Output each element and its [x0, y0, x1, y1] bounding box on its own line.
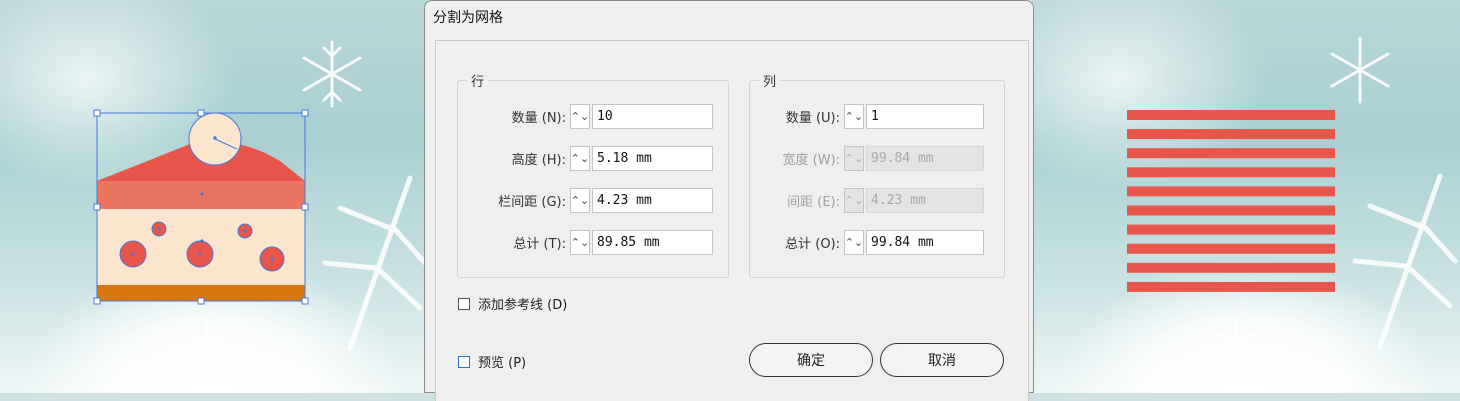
rows-total-row: 总计 (T): ⌃⌄ 89.85 mm: [458, 229, 713, 256]
rows-count-row: 数量 (N): ⌃⌄ 10: [458, 103, 713, 130]
dialog-title: 分割为网格: [433, 10, 503, 26]
rows-height-label: 高度 (H):: [511, 153, 566, 168]
columns-group: 列 数量 (U): ⌃⌄ 1 宽度 (W): ⌃⌄ 99.84 mm 间距 (E…: [749, 71, 1005, 278]
grid-stripe[interactable]: [1127, 129, 1335, 140]
grid-stripe[interactable]: [1127, 205, 1335, 216]
columns-group-title: 列: [759, 71, 781, 90]
cols-total-row: 总计 (O): ⌃⌄ 99.84 mm: [750, 229, 984, 256]
cols-count-row: 数量 (U): ⌃⌄ 1: [750, 103, 984, 130]
grid-stripe[interactable]: [1127, 186, 1335, 197]
rows-total-input[interactable]: 89.85 mm: [592, 230, 713, 255]
spinner-arrows-icon: ⌃⌄: [844, 236, 864, 249]
spinner-arrows-icon: ⌃⌄: [844, 110, 864, 123]
snowflake-icon: [1213, 318, 1259, 370]
add-guides-label: 添加参考线 (D): [478, 298, 568, 313]
grid-stripe[interactable]: [1127, 110, 1335, 120]
preview-label: 预览 (P): [478, 356, 527, 371]
cols-gutter-row: 间距 (E): ⌃⌄ 4.23 mm: [750, 187, 984, 214]
rows-group: 行 数量 (N): ⌃⌄ 10 高度 (H): ⌃⌄ 5.18 mm 栏间距 (…: [457, 71, 729, 278]
snowflake-icon: [183, 320, 229, 372]
ok-button[interactable]: 确定: [749, 343, 873, 377]
grid-stripe[interactable]: [1127, 243, 1335, 254]
cols-total-label: 总计 (O):: [785, 237, 840, 252]
rows-height-row: 高度 (H): ⌃⌄ 5.18 mm: [458, 145, 713, 172]
snowflake-icon: [1352, 173, 1458, 349]
right-canvas-panel: [1032, 0, 1460, 393]
split-into-grid-dialog: 分割为网格 行 数量 (N): ⌃⌄ 10 高度 (H): ⌃⌄ 5.18 mm…: [424, 0, 1034, 401]
preview-checkbox[interactable]: 预览 (P): [458, 352, 526, 371]
rows-gutter-input[interactable]: 4.23 mm: [592, 188, 713, 213]
rows-total-spinner[interactable]: ⌃⌄: [570, 230, 590, 255]
spinner-arrows-icon: ⌃⌄: [570, 236, 590, 249]
rows-total-label: 总计 (T):: [513, 237, 566, 252]
rows-gutter-row: 栏间距 (G): ⌃⌄ 4.23 mm: [458, 187, 713, 214]
spinner-arrows-icon: ⌃⌄: [570, 194, 590, 207]
grid-stripe[interactable]: [1127, 148, 1335, 159]
cols-count-label: 数量 (U):: [785, 111, 840, 126]
cols-total-input[interactable]: 99.84 mm: [866, 230, 984, 255]
rows-height-input[interactable]: 5.18 mm: [592, 146, 713, 171]
cols-gutter-spinner: ⌃⌄: [844, 188, 864, 213]
cols-width-label: 宽度 (W):: [782, 153, 840, 168]
rows-count-label: 数量 (N):: [511, 111, 566, 126]
cols-gutter-input: 4.23 mm: [866, 188, 984, 213]
checkbox-icon: [458, 355, 470, 368]
cols-width-input: 99.84 mm: [866, 146, 984, 171]
rows-group-title: 行: [467, 71, 489, 90]
cols-count-input[interactable]: 1: [866, 104, 984, 129]
cake-artwork[interactable]: [90, 106, 314, 308]
cols-width-row: 宽度 (W): ⌃⌄ 99.84 mm: [750, 145, 984, 172]
cols-gutter-label: 间距 (E):: [787, 195, 840, 210]
spinner-arrows-icon: ⌃⌄: [844, 152, 864, 165]
grid-stripe[interactable]: [1127, 262, 1335, 273]
rows-count-spinner[interactable]: ⌃⌄: [570, 104, 590, 129]
grid-stripe[interactable]: [1127, 224, 1335, 235]
grid-stripe[interactable]: [1127, 281, 1335, 292]
snowflake-icon: [302, 40, 362, 108]
rows-height-spinner[interactable]: ⌃⌄: [570, 146, 590, 171]
left-canvas-panel: [0, 0, 428, 393]
cols-count-spinner[interactable]: ⌃⌄: [844, 104, 864, 129]
spinner-arrows-icon: ⌃⌄: [570, 152, 590, 165]
snowflake-icon: [322, 175, 428, 351]
grid-stripes-artwork[interactable]: [1127, 110, 1337, 302]
snowflake-icon: [1330, 36, 1390, 104]
checkbox-icon: [458, 297, 470, 310]
rows-count-input[interactable]: 10: [592, 104, 713, 129]
spinner-arrows-icon: ⌃⌄: [570, 110, 590, 123]
spinner-arrows-icon: ⌃⌄: [844, 194, 864, 207]
cols-width-spinner: ⌃⌄: [844, 146, 864, 171]
add-guides-checkbox[interactable]: 添加参考线 (D): [458, 294, 567, 313]
rows-gutter-label: 栏间距 (G):: [498, 195, 566, 210]
cols-total-spinner[interactable]: ⌃⌄: [844, 230, 864, 255]
grid-stripe[interactable]: [1127, 167, 1335, 178]
cancel-button[interactable]: 取消: [880, 343, 1004, 377]
rows-gutter-spinner[interactable]: ⌃⌄: [570, 188, 590, 213]
